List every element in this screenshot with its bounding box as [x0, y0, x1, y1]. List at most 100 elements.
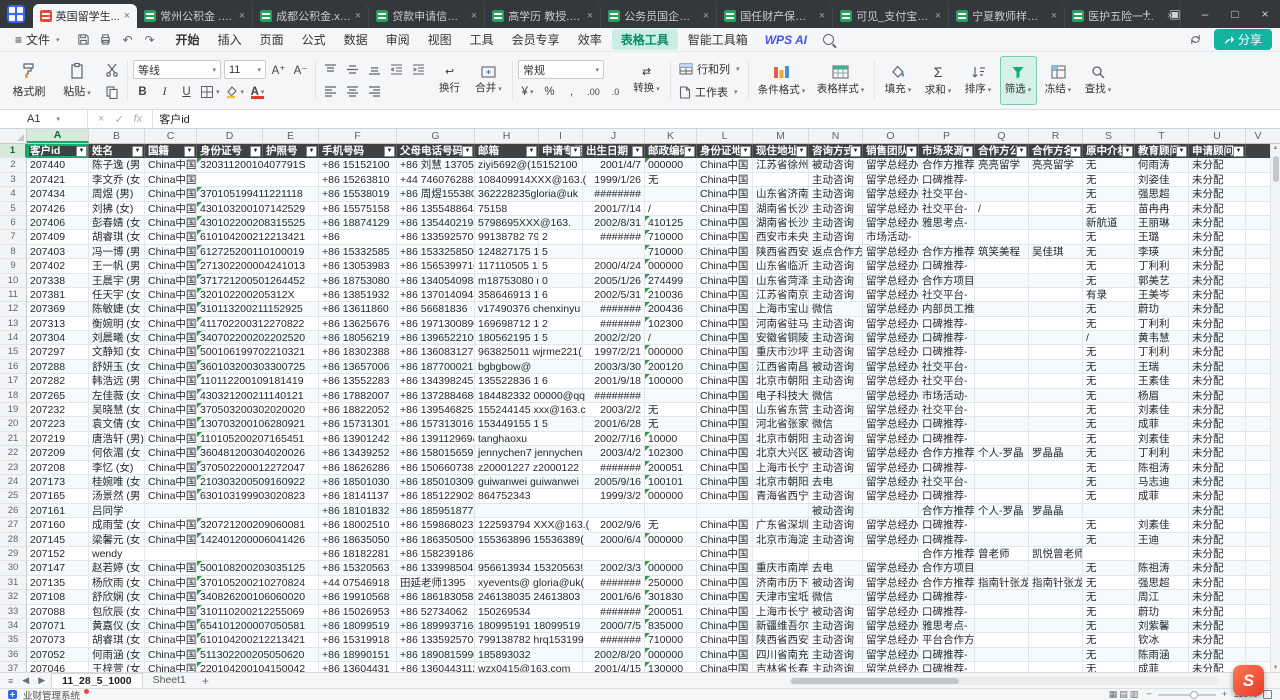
- filter-dropdown-icon[interactable]: ▼: [962, 146, 973, 157]
- horizontal-scroll-thumb[interactable]: [791, 678, 959, 684]
- file-tab[interactable]: 公务员国企事业单...×: [601, 4, 717, 28]
- cell[interactable]: +86 52734062: [397, 605, 475, 619]
- row-number[interactable]: 28: [0, 533, 27, 547]
- header-cell[interactable]: 合作方公▼: [975, 144, 1029, 158]
- zoom-out-icon[interactable]: −: [1146, 689, 1152, 700]
- cell[interactable]: 2001/9/18: [583, 374, 645, 388]
- row-number[interactable]: 36: [0, 648, 27, 662]
- file-menu[interactable]: ≡文件▾: [8, 31, 67, 48]
- cell[interactable]: [975, 518, 1029, 532]
- cell[interactable]: 未分配: [1189, 446, 1246, 460]
- cell[interactable]: 6: [539, 288, 583, 302]
- align-bottom-icon[interactable]: [365, 61, 384, 79]
- cell[interactable]: 电子科技大: [753, 389, 809, 403]
- cell[interactable]: 口碑推荐-: [919, 259, 975, 273]
- cell[interactable]: 207232: [27, 403, 89, 417]
- cell[interactable]: 上海市长宁: [753, 461, 809, 475]
- decrease-font-icon[interactable]: A⁻: [291, 61, 310, 79]
- cell[interactable]: [975, 331, 1029, 345]
- cell[interactable]: 口碑推荐-: [919, 432, 975, 446]
- header-cell[interactable]: 客户id▼: [27, 144, 89, 158]
- cell[interactable]: [697, 504, 753, 518]
- cell[interactable]: 207223: [27, 417, 89, 431]
- cell[interactable]: 刘素佳: [1135, 518, 1189, 532]
- row-number[interactable]: 35: [0, 633, 27, 647]
- cell[interactable]: 2002/8/31: [583, 216, 645, 230]
- cell[interactable]: 无: [1083, 561, 1135, 575]
- column-header[interactable]: L: [697, 129, 753, 143]
- cell[interactable]: 留学总经办: [863, 475, 919, 489]
- cell[interactable]: +86 18141137: [319, 489, 397, 503]
- cell[interactable]: 5: [539, 417, 583, 431]
- cell[interactable]: 主动咨询: [809, 317, 863, 331]
- cell[interactable]: 155363896 15536389(: [475, 533, 539, 547]
- cell[interactable]: [975, 561, 1029, 575]
- file-tab[interactable]: 成都公积金.xlsx×: [253, 4, 369, 28]
- cell[interactable]: [539, 648, 583, 662]
- view-mode-icons[interactable]: ▦▤▥: [1109, 689, 1141, 700]
- cell[interactable]: China中国: [697, 389, 753, 403]
- cell[interactable]: 无: [645, 173, 697, 187]
- font-size-select[interactable]: 11▾: [224, 60, 266, 79]
- cell[interactable]: +86 13901242: [319, 432, 397, 446]
- cell[interactable]: 180995191 18099519: [475, 619, 539, 633]
- cell[interactable]: 未分配: [1189, 288, 1246, 302]
- cell[interactable]: 陈祖涛: [1135, 561, 1189, 575]
- cell[interactable]: 强思超: [1135, 187, 1189, 201]
- cell[interactable]: 185893032: [475, 648, 539, 662]
- cell[interactable]: +86 1396522100:: [397, 331, 475, 345]
- cell[interactable]: +86 1506607386:: [397, 461, 475, 475]
- cell[interactable]: +86 18990151: [319, 648, 397, 662]
- format-painter-button[interactable]: 格式刷: [6, 60, 52, 101]
- file-tab[interactable]: 可见_支付宝+滴滴...×: [833, 4, 949, 28]
- cell[interactable]: 1999/3/2: [583, 489, 645, 503]
- cell[interactable]: 207288: [27, 360, 89, 374]
- cell[interactable]: 社交平台-: [919, 360, 975, 374]
- cell[interactable]: [1135, 547, 1189, 561]
- cell[interactable]: +86 13625676: [319, 317, 397, 331]
- cell[interactable]: +86 18302388: [319, 345, 397, 359]
- cell[interactable]: 207071: [27, 619, 89, 633]
- cell[interactable]: 罗晶晶: [1029, 504, 1083, 518]
- cell[interactable]: +86 1971300890(: [397, 317, 475, 331]
- cell[interactable]: 2000/6/4: [583, 533, 645, 547]
- close-tab-icon[interactable]: ×: [239, 10, 245, 22]
- cell[interactable]: [975, 605, 1029, 619]
- zoom-slider[interactable]: [1158, 694, 1216, 696]
- cell[interactable]: China中国: [145, 331, 197, 345]
- cell[interactable]: [263, 173, 319, 187]
- cell[interactable]: 200120: [645, 360, 697, 374]
- cell[interactable]: +86 1580156591: [397, 446, 475, 460]
- cell[interactable]: 上海市长宁: [753, 605, 809, 619]
- cell[interactable]: [145, 504, 197, 518]
- decrease-indent-icon[interactable]: [387, 61, 406, 79]
- cell[interactable]: #######: [583, 317, 645, 331]
- cell[interactable]: +86 1850103098:: [397, 475, 475, 489]
- row-number[interactable]: 24: [0, 475, 27, 489]
- cell[interactable]: China中国: [145, 230, 197, 244]
- cell[interactable]: +86 13552283: [319, 374, 397, 388]
- cell[interactable]: 去电: [809, 561, 863, 575]
- close-button[interactable]: ×: [1250, 7, 1280, 21]
- cell[interactable]: 留学总经办: [863, 590, 919, 604]
- cell[interactable]: China中国: [697, 662, 753, 672]
- cell[interactable]: [975, 590, 1029, 604]
- cell[interactable]: China中国: [697, 417, 753, 431]
- decrease-decimal-icon[interactable]: .0: [606, 83, 625, 101]
- cell[interactable]: ziyi5692@(15152100: [475, 158, 539, 172]
- cell[interactable]: 2005/1/26: [583, 274, 645, 288]
- cell[interactable]: 山东省济南: [753, 187, 809, 201]
- cell[interactable]: +86 1360831276!: [397, 345, 475, 359]
- column-header[interactable]: Q: [975, 129, 1029, 143]
- cell[interactable]: 无: [1083, 633, 1135, 647]
- cell[interactable]: [1029, 259, 1083, 273]
- cell[interactable]: [1029, 417, 1083, 431]
- cell[interactable]: 江西省南昌: [753, 360, 809, 374]
- cell[interactable]: 舒妍玉 (女: [89, 360, 145, 374]
- cell[interactable]: China中国: [697, 345, 753, 359]
- cell[interactable]: China中国: [697, 446, 753, 460]
- cell[interactable]: China中国: [697, 259, 753, 273]
- cell[interactable]: China中国: [697, 590, 753, 604]
- cell[interactable]: 无: [1083, 605, 1135, 619]
- cell[interactable]: 153449155 15344915: [475, 417, 539, 431]
